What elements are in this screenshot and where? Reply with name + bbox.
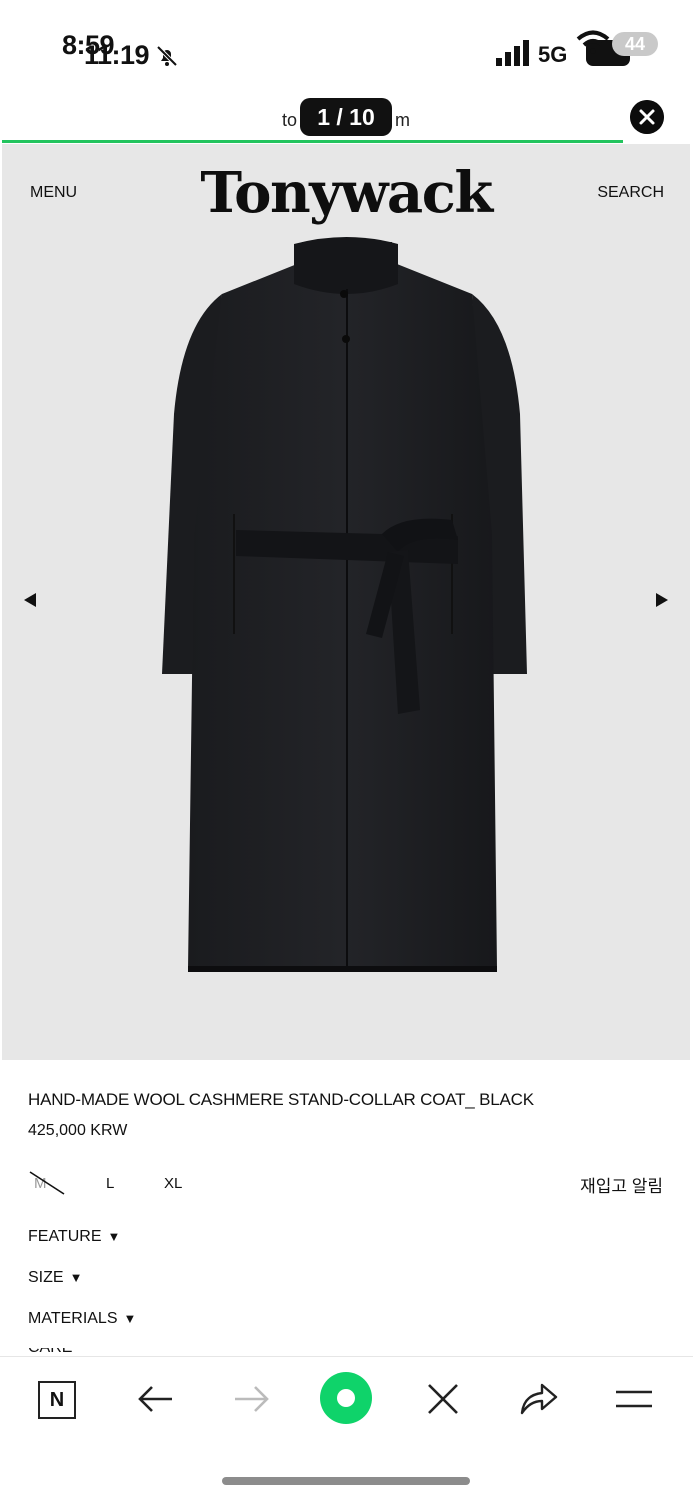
url-text-start: to	[282, 110, 298, 130]
accordion-feature[interactable]: FEATURE ▼	[28, 1228, 120, 1246]
n-home-button[interactable]: N	[38, 1381, 76, 1419]
size-option-xl[interactable]: XL	[164, 1175, 182, 1192]
network-type: 5G	[538, 42, 568, 67]
bell-slash-icon	[156, 45, 178, 67]
caret-down-icon: ▼	[123, 1311, 137, 1326]
coat-product-image	[162, 237, 527, 972]
close-tab-icon[interactable]	[421, 1377, 465, 1421]
accordion-care[interactable]: CARE	[28, 1348, 108, 1356]
brand-logo[interactable]: Tonywack	[2, 160, 690, 226]
battery-level: 44	[612, 32, 658, 56]
green-dot-button[interactable]	[320, 1372, 372, 1424]
caret-down-icon: ▼	[69, 1270, 83, 1285]
accordion-care-label: CARE	[28, 1348, 108, 1356]
cellular-signal-icon	[496, 40, 529, 66]
share-icon[interactable]	[516, 1377, 560, 1421]
hamburger-menu-icon[interactable]	[612, 1377, 656, 1421]
caret-down-icon: ▼	[107, 1229, 121, 1244]
accordion-materials[interactable]: MATERIALS ▼	[28, 1310, 136, 1328]
search-link[interactable]: SEARCH	[597, 184, 664, 202]
status-bar: 8:59 11:19 5G 44	[0, 0, 693, 90]
accordion-feature-label: FEATURE	[28, 1228, 102, 1245]
page-load-progress	[2, 140, 623, 143]
url-text-end: m	[395, 110, 410, 130]
sold-out-strike-icon	[29, 1171, 65, 1195]
next-image-arrow-icon[interactable]	[654, 592, 670, 608]
url-bar[interactable]: to m 1 / 10	[0, 90, 693, 144]
forward-arrow-icon[interactable]	[229, 1377, 273, 1421]
product-title: HAND-MADE WOOL CASHMERE STAND-COLLAR COA…	[28, 1090, 534, 1109]
product-hero: MENU Tonywack SEARCH	[2, 144, 690, 1060]
restock-alert-button[interactable]: 재입고 알림	[580, 1172, 663, 1197]
status-time: 11:19	[84, 40, 150, 70]
accordion-materials-label: MATERIALS	[28, 1310, 118, 1327]
back-arrow-icon[interactable]	[134, 1377, 178, 1421]
accordion-size-label: SIZE	[28, 1269, 64, 1286]
wifi-icon	[576, 30, 610, 54]
product-price: 425,000 KRW	[28, 1122, 128, 1139]
close-icon[interactable]	[630, 100, 664, 134]
home-indicator	[222, 1477, 470, 1485]
previous-image-arrow-icon[interactable]	[22, 592, 38, 608]
size-option-l[interactable]: L	[106, 1175, 114, 1192]
accordion-size[interactable]: SIZE ▼	[28, 1269, 82, 1287]
page-counter: 1 / 10	[300, 98, 392, 136]
browser-toolbar: N	[0, 1356, 693, 1500]
